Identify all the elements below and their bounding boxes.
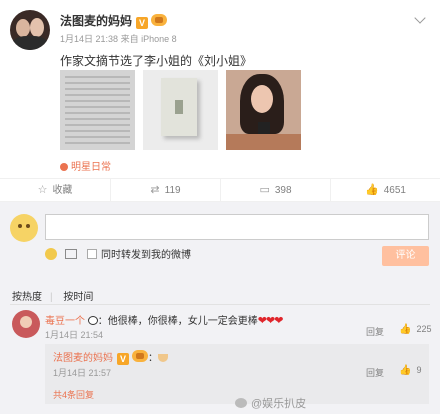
reply-time: 1月14日 21:57 [53,368,112,378]
comment-icon: ▭ [259,184,270,196]
emoji-icon[interactable] [45,248,57,260]
action-bar: ☆ 收藏 ⇄ 119 ▭ 398 👍 4651 [0,178,440,202]
divider [10,304,430,305]
comment-reply-button[interactable]: 回复 [366,325,384,338]
panda-emoji-icon [87,316,98,325]
reply-like-button[interactable]: 👍 9 [399,365,421,376]
post-image-newspaper[interactable] [60,70,135,150]
image-icon[interactable] [65,249,77,259]
thumbs-up-icon: 👍 [399,324,412,335]
post-source: 来自 iPhone 8 [120,34,177,44]
author-name[interactable]: 法图麦的妈妈 [60,14,132,28]
topic-icon [60,163,68,171]
chevron-down-icon[interactable] [414,12,426,24]
comment-input[interactable] [45,214,429,240]
comment-time: 1月14日 21:54 [45,330,104,340]
thumbs-up-icon: 👍 [399,365,412,376]
post-meta: 1月14日 21:38 来自 iPhone 8 [60,32,177,45]
reply-reply-button[interactable]: 回复 [366,366,384,379]
comment-text-row: 毒豆一个 ：他很棒，你很棒，女儿一定会更棒❤❤❤ [45,312,284,327]
comment-button[interactable]: ▭ 398 [220,179,330,201]
watermark: @娱乐扒皮 [235,395,306,411]
repost-button[interactable]: ⇄ 119 [110,179,220,201]
bowl-emoji-icon [158,354,168,362]
repost-icon: ⇄ [150,184,160,196]
more-replies-link[interactable]: 共4条回复 [53,388,94,401]
my-avatar [10,214,38,242]
weibo-logo-icon [235,398,247,408]
author-name-row: 法图麦的妈妈 V [60,12,168,29]
member-level-icon [132,350,148,362]
star-icon: ☆ [37,184,48,196]
reply-separator: ： [148,353,158,364]
comment-text: ：他很棒，你很棒，女儿一定会更棒 [97,316,258,327]
topic-tag[interactable]: 明星日常 [60,158,111,173]
author-avatar[interactable] [10,10,50,50]
composer-tools: 同时转发到我的微博 [45,246,191,261]
send-comment-button[interactable]: 评论 [382,246,429,266]
reply-author-name[interactable]: 法图麦的妈妈 [53,353,113,364]
comment-section: 同时转发到我的微博 评论 按热度 | 按时间 毒豆一个 ：他很棒，你很棒，女儿一定… [0,202,440,414]
repost-checkbox[interactable] [87,249,97,259]
member-level-icon [151,14,168,26]
post-time[interactable]: 1月14日 21:38 [60,34,118,44]
verified-badge-icon: V [117,353,129,365]
weibo-post: 法图麦的妈妈 V 1月14日 21:38 来自 iPhone 8 作家文摘节选了李… [0,0,440,178]
commenter-name[interactable]: 毒豆一个 [45,316,85,327]
tab-separator: | [50,292,53,303]
thumbs-up-icon: 👍 [365,184,379,196]
tab-hot[interactable]: 按热度 [12,292,42,303]
repost-checkbox-label: 同时转发到我的微博 [101,250,191,261]
favorite-button[interactable]: ☆ 收藏 [0,179,110,201]
heart-emoji-icon: ❤❤❤ [257,315,284,327]
like-button[interactable]: 👍 4651 [330,179,440,201]
verified-badge-icon: V [136,17,149,29]
tab-time[interactable]: 按时间 [63,292,93,303]
sort-tabs: 按热度 | 按时间 [12,288,101,303]
reply-text-row: 法图麦的妈妈 V ： [53,349,168,365]
post-image-woman[interactable] [226,70,301,150]
post-image-book[interactable] [143,70,218,150]
post-text: 作家文摘节选了李小姐的《刘小姐》 [60,54,253,68]
comment-like-button[interactable]: 👍 225 [399,324,431,335]
commenter-avatar[interactable] [12,310,40,338]
